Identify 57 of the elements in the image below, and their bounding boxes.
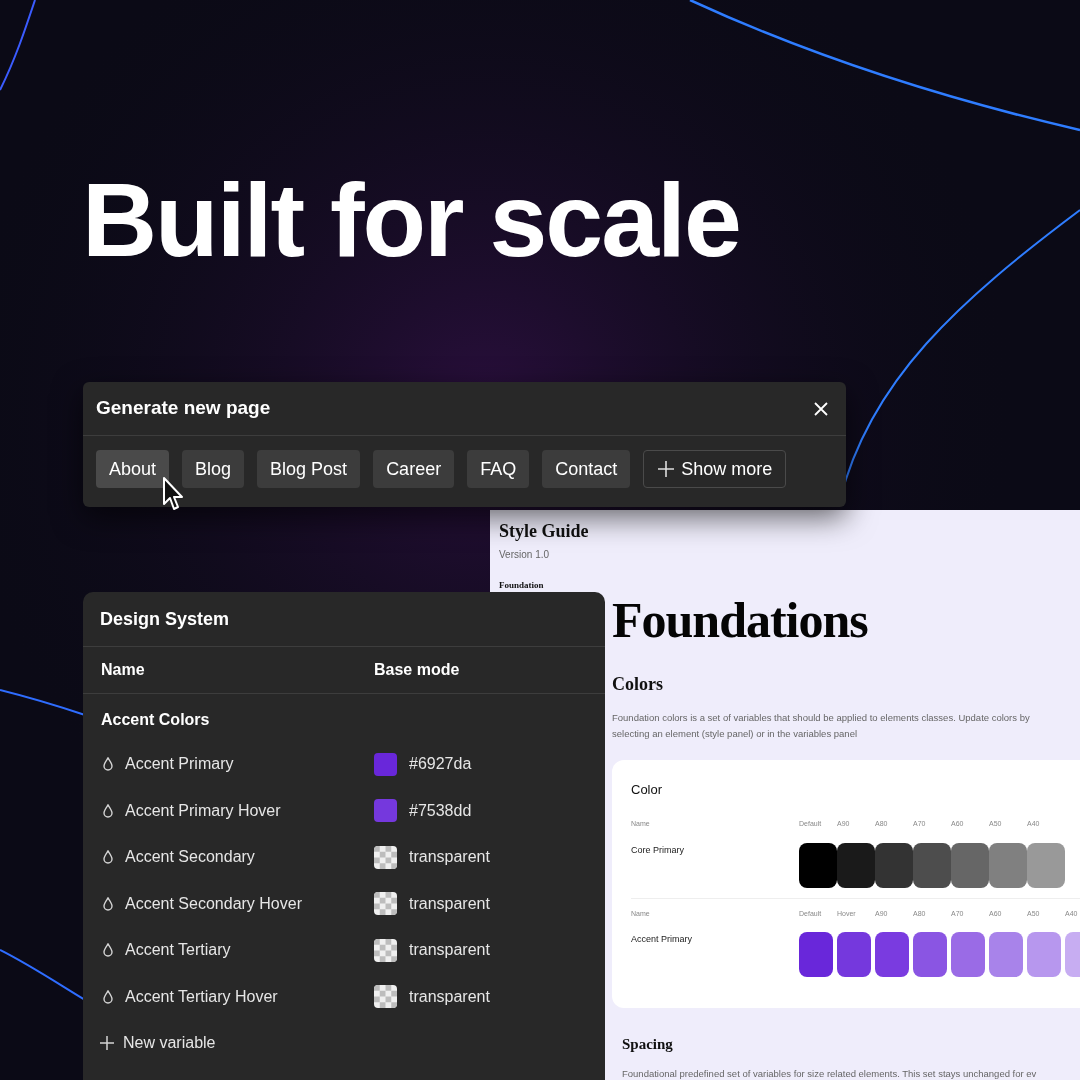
- plus-icon: [99, 1035, 115, 1051]
- close-icon[interactable]: [813, 400, 829, 417]
- variable-row[interactable]: Accent Tertiary Hover transparent: [83, 973, 605, 1020]
- style-guide-title: Style Guide: [499, 520, 590, 543]
- section-heading: Colors: [612, 672, 664, 696]
- variable-name: Accent Secondary: [125, 847, 255, 868]
- page-chip[interactable]: FAQ: [467, 450, 530, 488]
- variable-name: Accent Secondary Hover: [125, 893, 302, 914]
- variable-value: transparent: [409, 893, 490, 914]
- page-chip[interactable]: Career: [373, 450, 455, 488]
- transparent-swatch: [374, 938, 397, 962]
- variable-name: Accent Primary Hover: [125, 800, 281, 821]
- group-label: Accent Colors: [100, 710, 211, 730]
- color-group-name: Core Primary: [631, 843, 685, 857]
- section-heading: Spacing: [622, 1034, 674, 1054]
- drop-icon: [103, 896, 113, 911]
- variable-value: transparent: [409, 940, 490, 961]
- variable-value: #6927da: [409, 754, 472, 775]
- page-heading: Foundations: [612, 594, 868, 645]
- variable-name: Accent Primary: [125, 754, 234, 775]
- version-label: Version 1.0: [499, 548, 551, 562]
- drop-icon: [103, 803, 113, 818]
- variable-row[interactable]: Accent Tertiary transparent: [83, 927, 605, 974]
- variable-value: transparent: [409, 847, 490, 868]
- card-title: Color: [631, 780, 664, 799]
- section-description: Foundational predefined set of variables for size related elements. This set stays unchanged for ev: [622, 1067, 1038, 1080]
- section-description: Foundation colors is a set of variables that should be applied to elements classes. Update colors by selecting an element (style panel) or in the variables panel: [612, 710, 1031, 741]
- transparent-swatch: [374, 892, 397, 916]
- drop-icon: [103, 989, 113, 1004]
- drop-icon: [103, 757, 113, 772]
- nav-link[interactable]: Foundation: [499, 579, 1080, 593]
- new-variable-button[interactable]: New variable: [83, 1020, 232, 1066]
- variable-value: transparent: [409, 986, 490, 1007]
- dialog-title: Generate new page: [96, 396, 271, 421]
- panel-title: Design System: [83, 592, 605, 647]
- variable-row[interactable]: Accent Secondary transparent: [83, 834, 605, 881]
- page-chip[interactable]: Contact: [542, 450, 631, 488]
- column-header: Base mode: [374, 660, 460, 680]
- page-chip[interactable]: About: [96, 450, 170, 488]
- show-more-button[interactable]: Show more: [643, 450, 787, 488]
- plus-icon: [657, 460, 676, 478]
- page-chip[interactable]: Blog Post: [257, 450, 361, 488]
- column-header: Name: [101, 660, 146, 680]
- variable-row[interactable]: Accent Primary Hover #7538dd: [83, 787, 605, 834]
- variable-name: Accent Tertiary Hover: [125, 986, 278, 1007]
- variable-row[interactable]: Accent Primary #6927da: [83, 741, 605, 788]
- drop-icon: [103, 943, 113, 958]
- variable-name: Accent Tertiary: [125, 940, 231, 961]
- headline: Built for scale: [82, 168, 740, 272]
- variable-row[interactable]: Accent Secondary Hover transparent: [83, 880, 605, 927]
- transparent-swatch: [374, 985, 397, 1009]
- transparent-swatch: [374, 845, 397, 869]
- drop-icon: [103, 850, 113, 865]
- page-chip[interactable]: Blog: [182, 450, 245, 488]
- color-group-name: Accent Primary: [631, 933, 693, 946]
- variable-value: #7538dd: [409, 800, 472, 821]
- mouse-cursor-icon: [162, 476, 186, 512]
